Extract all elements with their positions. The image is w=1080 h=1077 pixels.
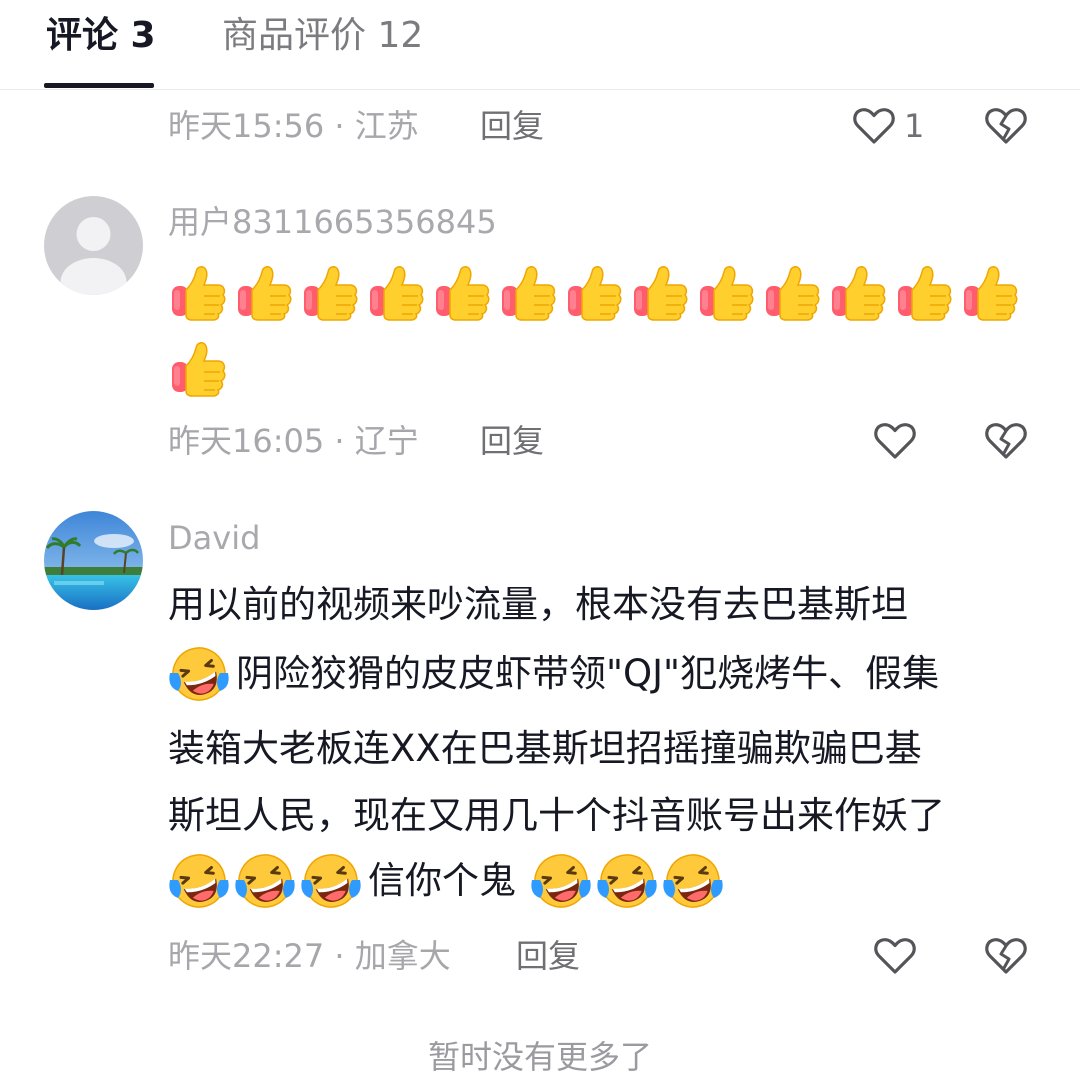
broken-heart-icon [985, 423, 1027, 459]
thumbs-up-emoji [432, 260, 494, 322]
active-tab-indicator [44, 83, 154, 88]
laughing-emoji [596, 850, 658, 912]
avatar[interactable] [44, 196, 143, 295]
dislike-button[interactable] [984, 936, 1028, 976]
thumbs-up-emoji [168, 260, 230, 322]
thumbs-up-emoji [828, 260, 890, 322]
laughing-emoji [234, 850, 296, 912]
thumbs-up-emoji [894, 260, 956, 322]
reply-button[interactable]: 回复 [480, 106, 544, 146]
comment-text-line: 用以前的视频来吵流量，根本没有去巴基斯坦 [168, 583, 908, 626]
comment-text-line: 斯坦人民，现在又用几十个抖音账号出来作妖了 [168, 794, 945, 837]
tab-product-reviews[interactable]: 商品评价 12 [222, 14, 423, 58]
thumbs-up-emoji [498, 260, 560, 322]
username[interactable]: David [168, 518, 260, 558]
avatar[interactable] [44, 511, 143, 610]
comment-meta: 昨天22:27 · 加拿大 [168, 937, 451, 975]
like-button[interactable] [873, 936, 917, 976]
reply-button[interactable]: 回复 [516, 936, 580, 976]
thumbs-up-emoji [630, 260, 692, 322]
comment-text-line: 信你个鬼 [368, 859, 516, 902]
laughing-emoji [662, 850, 724, 912]
like-count: 1 [904, 107, 925, 145]
thumbs-up-emoji [564, 260, 626, 322]
comment-text-line: 装箱大老板连XX在巴基斯坦招摇撞骗欺骗巴基 [168, 727, 922, 770]
default-avatar-icon [44, 196, 143, 295]
beach-photo-avatar [44, 511, 143, 610]
thumbs-up-emoji [234, 260, 296, 322]
heart-outline-icon [853, 108, 895, 144]
emoji-row [168, 336, 1038, 398]
heart-outline-icon [874, 423, 916, 459]
laughing-emoji [168, 850, 230, 912]
laughing-emoji [168, 643, 230, 705]
like-button[interactable] [873, 421, 917, 461]
dislike-button[interactable] [984, 421, 1028, 461]
thumbs-up-emoji [696, 260, 758, 322]
thumbs-up-emoji [300, 260, 362, 322]
broken-heart-icon [985, 938, 1027, 974]
comment-text-line: 阴险狡猾的皮皮虾带领"QJ"犯烧烤牛、假集 [236, 652, 940, 695]
laughing-emoji [530, 850, 592, 912]
comment-tabs: 评论 3 商品评价 12 [0, 0, 1080, 90]
thumbs-up-emoji [366, 260, 428, 322]
thumbs-up-emoji [168, 336, 230, 398]
broken-heart-icon [985, 108, 1027, 144]
username[interactable]: 用户8311665356845 [168, 202, 497, 242]
like-button[interactable] [852, 106, 896, 146]
no-more-note: 暂时没有更多了 [427, 1038, 652, 1076]
dislike-button[interactable] [984, 106, 1028, 146]
thumbs-up-emoji [762, 260, 824, 322]
reply-button[interactable]: 回复 [480, 421, 544, 461]
comment-meta: 昨天15:56 · 江苏 [168, 107, 419, 145]
comment-meta: 昨天16:05 · 辽宁 [168, 422, 419, 460]
tab-comments[interactable]: 评论 3 [46, 14, 156, 58]
thumbs-up-emoji [960, 260, 1022, 322]
emoji-row [168, 260, 1038, 322]
laughing-emoji [300, 850, 362, 912]
heart-outline-icon [874, 938, 916, 974]
